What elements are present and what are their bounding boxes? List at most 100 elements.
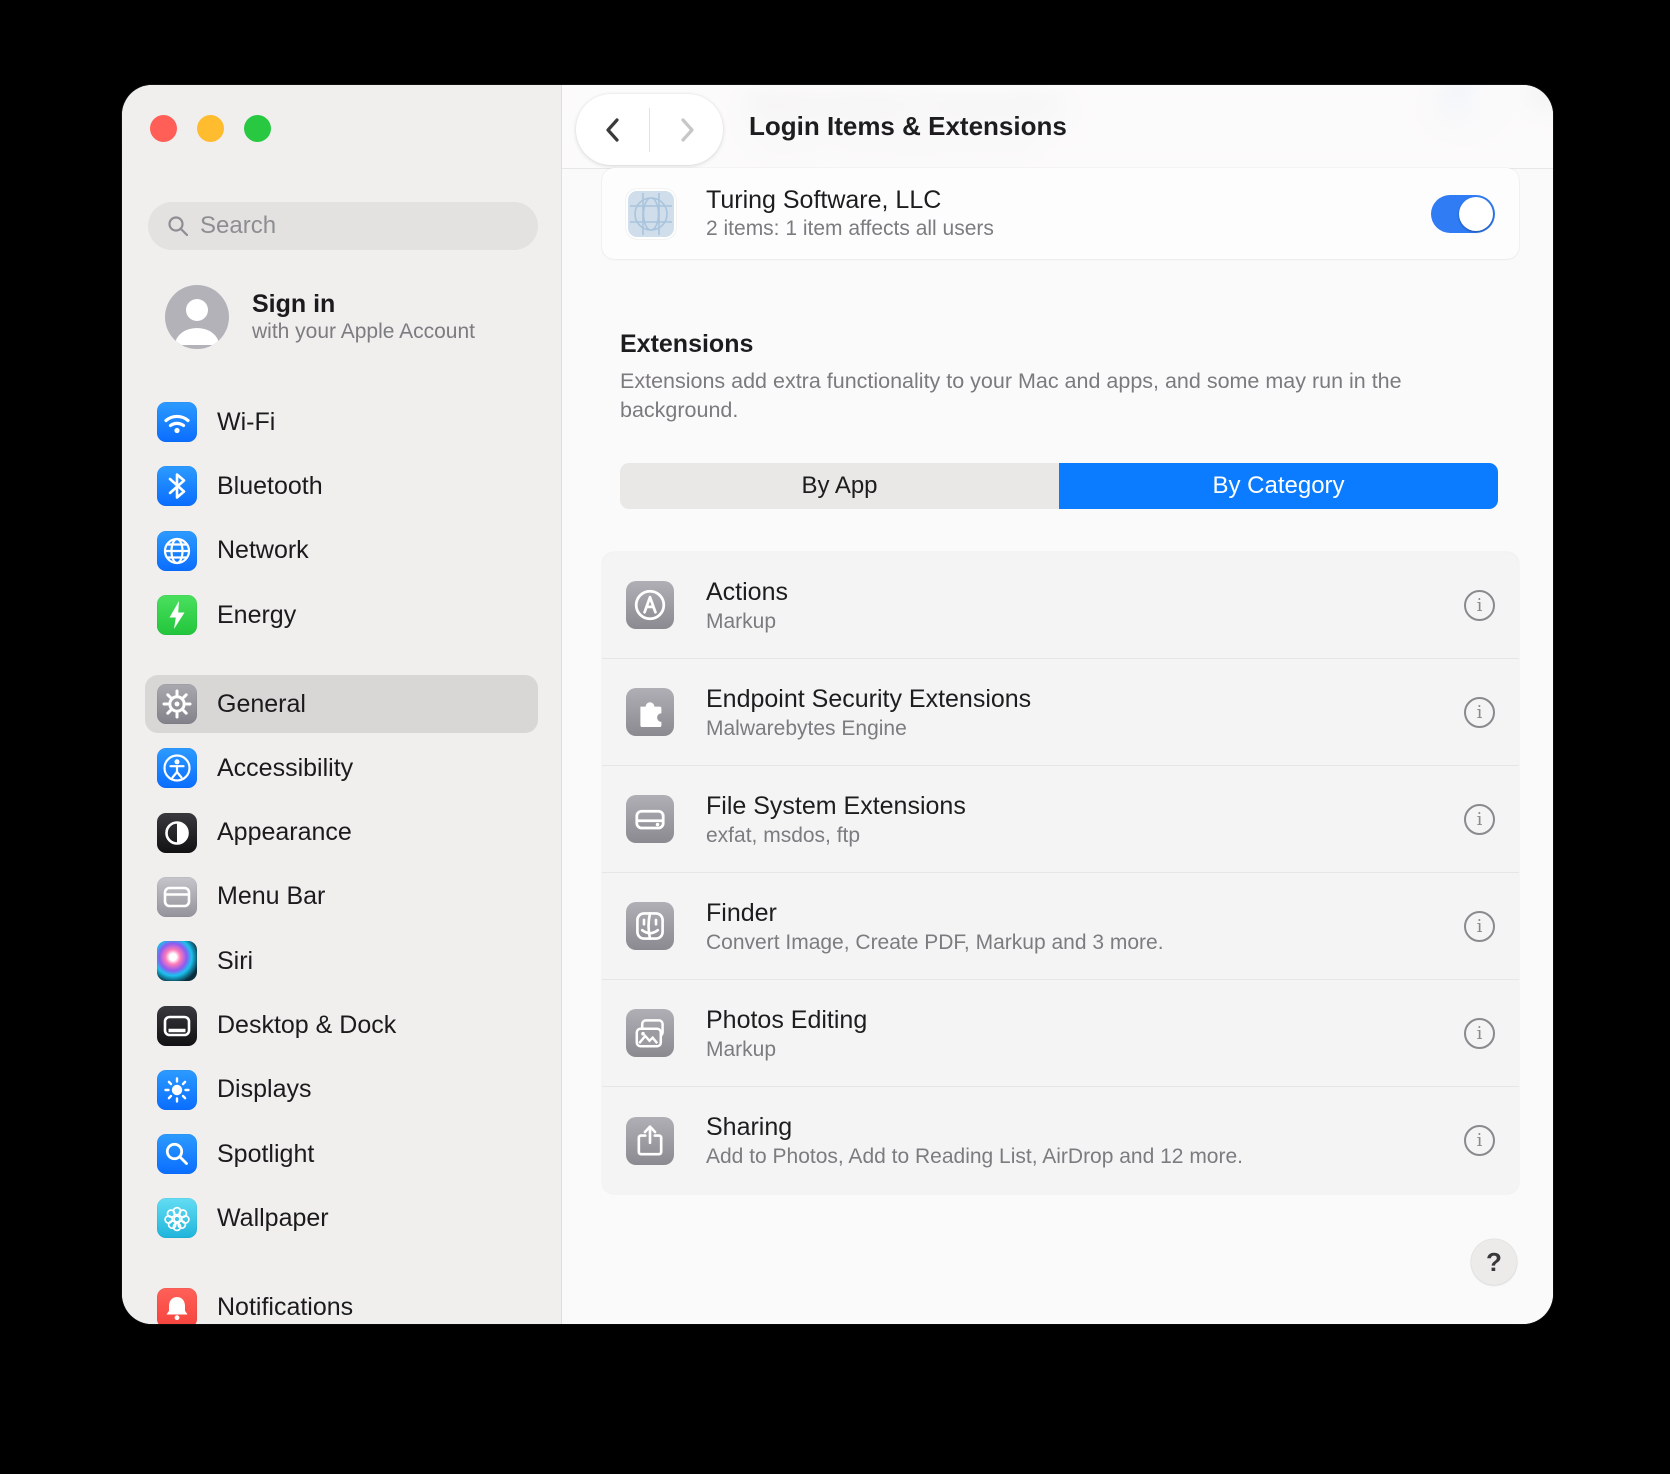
category-subtitle: Markup xyxy=(706,608,1464,635)
actions-icon xyxy=(626,581,674,629)
category-title: Sharing xyxy=(706,1111,1464,1143)
app-icon-grid-globe xyxy=(626,189,676,239)
menu-bar-icon xyxy=(157,877,197,917)
sidebar-item-energy[interactable]: Energy xyxy=(145,583,538,647)
extensions-description: Extensions add extra functionality to yo… xyxy=(620,367,1425,425)
category-subtitle: Convert Image, Create PDF, Markup and 3 … xyxy=(706,929,1464,956)
zoom-button[interactable] xyxy=(244,115,271,142)
info-icon[interactable]: i xyxy=(1464,1125,1495,1156)
sidebar-nav: Wi-Fi Bluetooth Network xyxy=(145,390,538,1324)
sidebar-item-wallpaper[interactable]: Wallpaper xyxy=(145,1186,538,1250)
sidebar-item-accessibility[interactable]: Accessibility xyxy=(145,736,538,800)
accessibility-icon xyxy=(157,748,197,788)
sidebar-item-displays[interactable]: Displays xyxy=(145,1058,538,1122)
back-button[interactable] xyxy=(576,94,649,165)
login-item-row-turing: Turing Software, LLC 2 items: 1 item aff… xyxy=(602,168,1519,259)
login-item-detail: 2 items: 1 item affects all users xyxy=(706,216,1431,242)
category-subtitle: Add to Photos, Add to Reading List, AirD… xyxy=(706,1143,1464,1170)
sidebar-item-desktop-dock[interactable]: Desktop & Dock xyxy=(145,993,538,1057)
appearance-icon xyxy=(157,813,197,853)
siri-icon xyxy=(157,941,197,981)
main-content: Turing Software, LLC 2 items: 1 item aff… xyxy=(562,85,1553,1324)
view-segmented-control: By App By Category xyxy=(620,463,1498,509)
info-icon[interactable]: i xyxy=(1464,590,1495,621)
minimize-button[interactable] xyxy=(197,115,224,142)
category-row-sharing: Sharing Add to Photos, Add to Reading Li… xyxy=(602,1087,1519,1194)
photos-icon xyxy=(626,1009,674,1057)
sidebar-item-menu-bar[interactable]: Menu Bar xyxy=(145,865,538,929)
sidebar-item-label: Appearance xyxy=(217,818,352,847)
category-title: Finder xyxy=(706,897,1464,929)
window-controls xyxy=(150,115,271,142)
category-row-actions: Actions Markup i xyxy=(602,552,1519,659)
sign-in-row[interactable]: Sign in with your Apple Account xyxy=(165,285,475,349)
category-row-finder: Finder Convert Image, Create PDF, Markup… xyxy=(602,873,1519,980)
desktop-dock-icon xyxy=(157,1006,197,1046)
sidebar-item-label: Wi-Fi xyxy=(217,408,275,437)
share-icon xyxy=(626,1117,674,1165)
toggle-knob xyxy=(1459,197,1493,231)
help-button[interactable]: ? xyxy=(1471,1239,1517,1285)
sign-in-title: Sign in xyxy=(252,289,475,319)
chevron-right-icon xyxy=(674,113,700,147)
bluetooth-icon xyxy=(157,466,197,506)
sidebar-item-bluetooth[interactable]: Bluetooth xyxy=(145,454,538,518)
category-row-file-system: File System Extensions exfat, msdos, ftp… xyxy=(602,766,1519,873)
sidebar-item-label: Bluetooth xyxy=(217,472,323,501)
search-placeholder: Search xyxy=(200,212,276,240)
info-icon[interactable]: i xyxy=(1464,804,1495,835)
sidebar-item-notifications[interactable]: Notifications xyxy=(145,1276,538,1324)
sidebar-item-label: Wallpaper xyxy=(217,1204,329,1233)
extensions-category-list: Actions Markup i Endpoint Security Exten… xyxy=(602,552,1519,1194)
sidebar: Search Sign in with your Apple Account W… xyxy=(122,85,562,1324)
close-button[interactable] xyxy=(150,115,177,142)
info-icon[interactable]: i xyxy=(1464,697,1495,728)
category-row-endpoint-security: Endpoint Security Extensions Malwarebyte… xyxy=(602,659,1519,766)
extensions-heading: Extensions xyxy=(620,330,753,359)
sidebar-item-spotlight[interactable]: Spotlight xyxy=(145,1122,538,1186)
category-title: Endpoint Security Extensions xyxy=(706,683,1464,715)
sidebar-item-general[interactable]: General xyxy=(145,675,538,733)
sidebar-item-label: General xyxy=(217,690,306,719)
search-icon xyxy=(166,214,190,238)
sidebar-item-label: Network xyxy=(217,536,309,565)
puzzle-icon xyxy=(626,688,674,736)
sun-icon xyxy=(157,1070,197,1110)
sidebar-item-label: Spotlight xyxy=(217,1140,314,1169)
search-input[interactable]: Search xyxy=(148,202,538,250)
avatar xyxy=(165,285,229,349)
sidebar-item-siri[interactable]: Siri xyxy=(145,929,538,993)
sidebar-item-label: Menu Bar xyxy=(217,882,325,911)
flower-icon xyxy=(157,1198,197,1238)
sidebar-item-label: Siri xyxy=(217,947,253,976)
tab-by-category[interactable]: By Category xyxy=(1059,463,1498,509)
sidebar-item-network[interactable]: Network xyxy=(145,519,538,583)
finder-icon xyxy=(626,902,674,950)
sidebar-item-label: Notifications xyxy=(217,1293,353,1322)
bell-icon xyxy=(157,1288,197,1324)
globe-icon xyxy=(157,531,197,571)
sidebar-group-gap xyxy=(145,647,538,672)
login-item-toggle[interactable] xyxy=(1431,195,1495,233)
sidebar-item-appearance[interactable]: Appearance xyxy=(145,800,538,864)
info-icon[interactable]: i xyxy=(1464,1018,1495,1049)
tab-by-app[interactable]: By App xyxy=(620,463,1059,509)
category-row-photos-editing: Photos Editing Markup i xyxy=(602,980,1519,1087)
sidebar-item-label: Desktop & Dock xyxy=(217,1011,396,1040)
lightning-icon xyxy=(157,595,197,635)
sidebar-item-label: Displays xyxy=(217,1075,311,1104)
system-settings-window: Search Sign in with your Apple Account W… xyxy=(122,85,1553,1324)
info-icon[interactable]: i xyxy=(1464,911,1495,942)
category-subtitle: exfat, msdos, ftp xyxy=(706,822,1464,849)
screen: Search Sign in with your Apple Account W… xyxy=(0,0,1670,1474)
hard-drive-icon xyxy=(626,795,674,843)
category-subtitle: Malwarebytes Engine xyxy=(706,715,1464,742)
back-forward-control xyxy=(576,94,723,165)
sidebar-group-gap xyxy=(145,1251,538,1276)
category-title: Actions xyxy=(706,576,1464,608)
forward-button[interactable] xyxy=(650,94,723,165)
sidebar-item-label: Accessibility xyxy=(217,754,353,783)
category-subtitle: Markup xyxy=(706,1036,1464,1063)
sidebar-item-label: Energy xyxy=(217,601,296,630)
sidebar-item-wifi[interactable]: Wi-Fi xyxy=(145,390,538,454)
